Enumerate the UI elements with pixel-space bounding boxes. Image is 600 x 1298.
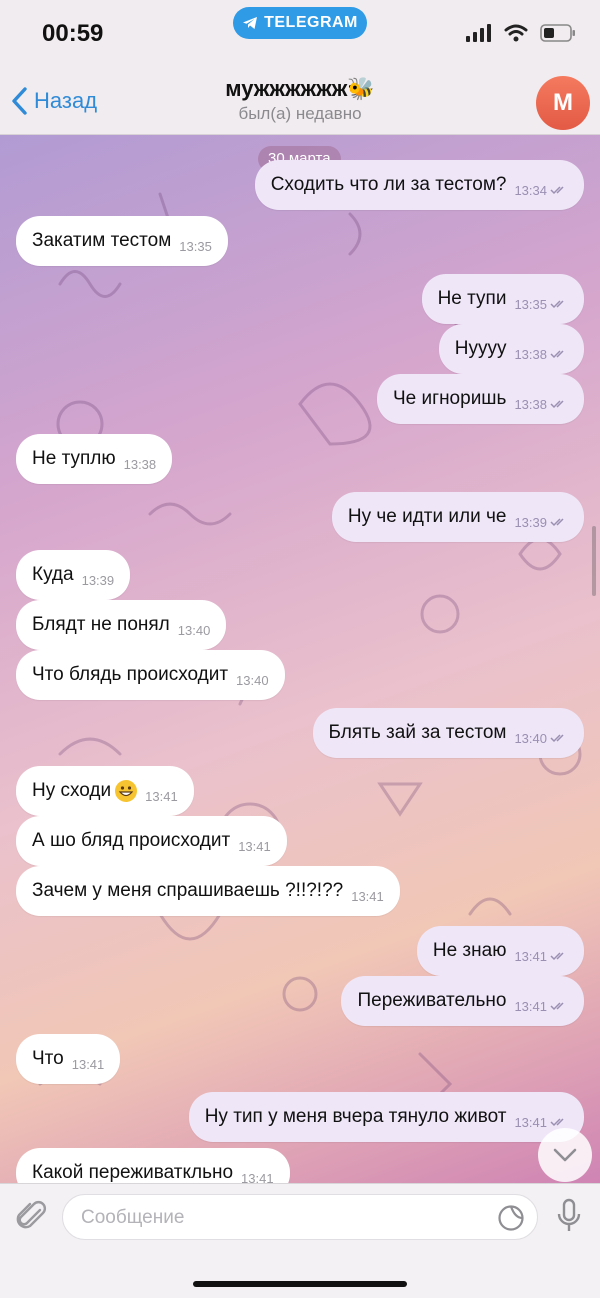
outgoing-message[interactable]: Че игноришь 13:38 xyxy=(377,374,584,424)
message-time: 13:38 xyxy=(514,346,547,362)
message-text: Какой переживаткльно xyxy=(32,1162,234,1183)
message-text: Ну тип у меня вчера тянуло живот xyxy=(204,1106,507,1127)
message-input[interactable]: Сообщение xyxy=(62,1194,538,1240)
message-time: 13:34 xyxy=(514,182,547,198)
outgoing-message[interactable]: Не знаю 13:41 xyxy=(416,926,584,976)
message-time: 13:41 xyxy=(71,1056,105,1072)
message-time: 13:41 xyxy=(514,1114,547,1130)
outgoing-message[interactable]: Ну тип у меня вчера тянуло живот 13:41 xyxy=(188,1092,584,1142)
message-time: 13:41 xyxy=(241,1170,274,1184)
message-text: Что xyxy=(32,1048,64,1069)
chat-area[interactable]: 30 марта Сходить что ли за тестом? 13:34 З… xyxy=(0,134,600,1183)
incoming-message[interactable]: Не туплю 13:38 xyxy=(16,434,173,484)
outgoing-message[interactable]: Ну че идти или че 13:39 xyxy=(331,492,584,542)
telegram-pill-label: TELEGRAM xyxy=(264,14,358,31)
chat-title: мужжжжжж🐝 xyxy=(225,76,375,101)
chat-header: Назад мужжжжжж🐝 был(а) недавно М xyxy=(0,68,600,135)
double-check-icon xyxy=(550,179,568,201)
message-time: 13:41 xyxy=(238,838,271,854)
chevron-left-icon xyxy=(12,87,27,115)
double-check-icon xyxy=(550,995,568,1017)
microphone-icon xyxy=(557,1198,581,1231)
incoming-message[interactable]: Какой переживаткльно 13:41 xyxy=(16,1148,290,1183)
message-text: Блять зай за тестом xyxy=(328,722,507,743)
message-time: 13:35 xyxy=(514,296,547,312)
message-time: 13:41 xyxy=(145,788,178,804)
message-time: 13:40 xyxy=(236,672,269,688)
outgoing-message[interactable]: Блять зай за тестом 13:40 xyxy=(312,708,584,758)
attach-button[interactable] xyxy=(16,1198,48,1239)
message-time: 13:40 xyxy=(177,622,211,638)
chat-subtitle: был(а) недавно xyxy=(238,104,362,123)
message-text: Что блядь происходит xyxy=(32,664,229,685)
wifi-icon xyxy=(504,24,528,42)
double-check-icon xyxy=(550,343,568,365)
chevron-down-icon xyxy=(553,1148,577,1162)
message-time: 13:35 xyxy=(179,238,212,254)
message-time: 13:39 xyxy=(81,572,115,588)
chat-title-block[interactable]: мужжжжжж🐝 был(а) недавно xyxy=(150,76,450,124)
avatar-letter: М xyxy=(553,89,573,116)
message-time: 13:41 xyxy=(351,888,384,904)
incoming-message[interactable]: Закатим тестом 13:35 xyxy=(16,216,228,266)
message-time: 13:41 xyxy=(514,948,547,964)
message-text: Че игноришь xyxy=(393,388,507,409)
message-text: Зачем у меня спрашиваешь ?!!?!?? xyxy=(32,880,344,901)
double-check-icon xyxy=(550,293,568,315)
message-time: 13:40 xyxy=(514,730,547,746)
message-text: Закатим тестом xyxy=(32,230,172,251)
scroll-to-bottom-button[interactable] xyxy=(538,1128,592,1182)
message-text: Нуууу xyxy=(454,338,507,359)
double-check-icon xyxy=(550,511,568,533)
incoming-message[interactable]: Куда 13:39 xyxy=(16,550,131,600)
incoming-message[interactable]: Что 13:41 xyxy=(16,1034,121,1084)
message-text: Не тупи xyxy=(437,288,507,309)
message-time: 13:39 xyxy=(514,514,547,530)
message-text: Ну сходи xyxy=(32,780,112,801)
incoming-message[interactable]: А шо бляд происходит 13:41 xyxy=(16,816,287,866)
message-time: 13:41 xyxy=(514,998,547,1014)
message-text: Сходить что ли за тестом? xyxy=(270,174,507,195)
grinning-face-emoji-icon xyxy=(115,780,138,802)
telegram-icon xyxy=(243,17,258,29)
status-bar: 00:59 TELEGRAM xyxy=(0,0,600,68)
back-button[interactable]: Назад xyxy=(10,86,97,116)
message-text: Переживательно xyxy=(357,990,507,1011)
double-check-icon xyxy=(550,727,568,749)
incoming-message[interactable]: Ну сходи 13:41 xyxy=(16,766,194,816)
message-text: А шо бляд происходит xyxy=(32,830,231,851)
battery-icon xyxy=(540,24,575,42)
home-indicator xyxy=(193,1281,407,1287)
scrollbar-thumb[interactable] xyxy=(592,526,596,596)
outgoing-message[interactable]: Сходить что ли за тестом? 13:34 xyxy=(254,160,584,210)
back-label: Назад xyxy=(34,88,98,113)
message-text: Не знаю xyxy=(432,940,507,961)
incoming-message[interactable]: Зачем у меня спрашиваешь ?!!?!?? 13:41 xyxy=(16,866,400,916)
signal-icon xyxy=(466,24,491,42)
message-text: Блядт не понял xyxy=(32,614,170,635)
avatar[interactable]: М xyxy=(536,76,590,130)
incoming-message[interactable]: Что блядь происходит 13:40 xyxy=(16,650,285,700)
voice-button[interactable] xyxy=(556,1198,582,1239)
status-time: 00:59 xyxy=(42,20,104,47)
message-text: Куда xyxy=(32,564,74,585)
status-icons xyxy=(466,24,576,42)
message-text: Ну че идти или че xyxy=(347,506,507,527)
message-time: 13:38 xyxy=(123,456,157,472)
incoming-message[interactable]: Блядт не понял 13:40 xyxy=(16,600,227,650)
sticker-button[interactable] xyxy=(497,1204,525,1237)
outgoing-message[interactable]: Нуууу 13:38 xyxy=(438,324,584,374)
telegram-pill[interactable]: TELEGRAM xyxy=(233,7,367,39)
outgoing-message[interactable]: Переживательно 13:41 xyxy=(341,976,584,1026)
paperclip-icon xyxy=(16,1201,46,1229)
double-check-icon xyxy=(550,393,568,415)
message-time: 13:38 xyxy=(514,396,547,412)
outgoing-message[interactable]: Не тупи 13:35 xyxy=(421,274,584,324)
double-check-icon xyxy=(550,945,568,967)
sticker-icon xyxy=(498,1205,524,1231)
message-text: Не туплю xyxy=(32,448,116,469)
message-input-placeholder: Сообщение xyxy=(81,1207,185,1228)
